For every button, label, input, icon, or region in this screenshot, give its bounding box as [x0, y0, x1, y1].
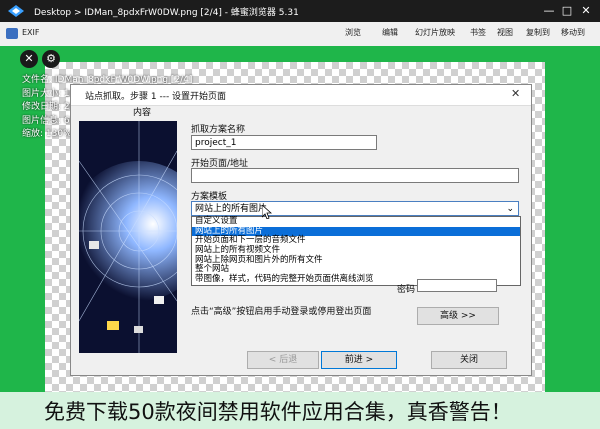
next-button[interactable]: 前进 >	[321, 351, 397, 369]
app-logo-icon	[8, 5, 24, 17]
maximize-button[interactable]: □	[558, 3, 576, 19]
toolbar-item-view[interactable]: 视图	[497, 27, 513, 41]
advanced-hint: 点击“高级”按钮启用手动登录或停用登出页面	[191, 307, 372, 317]
project-name-input[interactable]: project_1	[191, 135, 377, 150]
chevron-down-icon: ⌄	[506, 204, 514, 214]
password-input[interactable]	[417, 279, 497, 292]
exif-icon	[6, 28, 18, 39]
close-dialog-button[interactable]: 关闭	[431, 351, 507, 369]
info-toggle-button[interactable]: ⚙	[42, 50, 60, 68]
dialog-title-suffix: 内容	[133, 108, 152, 118]
toolbar-item-copy-to[interactable]: 复制到	[526, 27, 550, 41]
template-option[interactable]: 网站上除网页和图片外的所有文件	[192, 255, 520, 266]
template-select[interactable]: 网站上的所有图片 ⌄	[191, 201, 519, 216]
minimize-button[interactable]: —	[540, 3, 558, 19]
back-button[interactable]: < 后退	[247, 351, 319, 369]
toolbar-item-browse[interactable]: 浏览	[345, 27, 361, 41]
exif-button[interactable]: EXIF	[22, 28, 40, 42]
toolbar-item-edit[interactable]: 编辑	[382, 27, 398, 41]
close-window-button[interactable]: ✕	[577, 3, 595, 19]
site-grabber-dialog: 站点抓取。步骤 1 --- 设置开始页面 ✕ 内容 抓取方案名称 project…	[70, 84, 532, 376]
mouse-cursor-icon	[261, 204, 273, 222]
wizard-side-image	[79, 121, 177, 353]
toolbar-item-bookmark[interactable]: 书签	[470, 27, 486, 41]
caption-banner: 免费下载50款夜间禁用软件应用合集，真香警告！	[0, 392, 600, 429]
start-page-input[interactable]	[191, 168, 519, 183]
template-options-list: 自定义设置 网站上的所有图片 开始页面和下一层的音频文件 网站上的所有视频文件 …	[191, 216, 521, 286]
close-view-button[interactable]: ✕	[20, 50, 38, 68]
toolbar-item-slideshow[interactable]: 幻灯片放映	[415, 27, 455, 41]
advanced-button[interactable]: 高级 >>	[417, 307, 499, 325]
window-title: Desktop > IDMan_8pdxFrW0DW.png [2/4] - 蜂…	[34, 8, 299, 18]
toolbar-item-move-to[interactable]: 移动到	[561, 27, 585, 41]
window-titlebar: Desktop > IDMan_8pdxFrW0DW.png [2/4] - 蜂…	[0, 0, 600, 22]
project-name-label: 抓取方案名称	[191, 125, 246, 135]
toolbar: EXIF 浏览 编辑 幻灯片放映 书签 视图 复制到 移动到	[0, 22, 600, 47]
dialog-close-icon[interactable]: ✕	[511, 87, 520, 100]
dialog-title: 站点抓取。步骤 1 --- 设置开始页面	[85, 92, 227, 102]
template-selected-value: 网站上的所有图片	[195, 204, 268, 214]
caption-text: 免费下载50款夜间禁用软件应用合集，真香警告！	[44, 400, 512, 424]
password-label: 密码	[397, 285, 416, 295]
dialog-titlebar: 站点抓取。步骤 1 --- 设置开始页面 ✕	[71, 85, 531, 106]
